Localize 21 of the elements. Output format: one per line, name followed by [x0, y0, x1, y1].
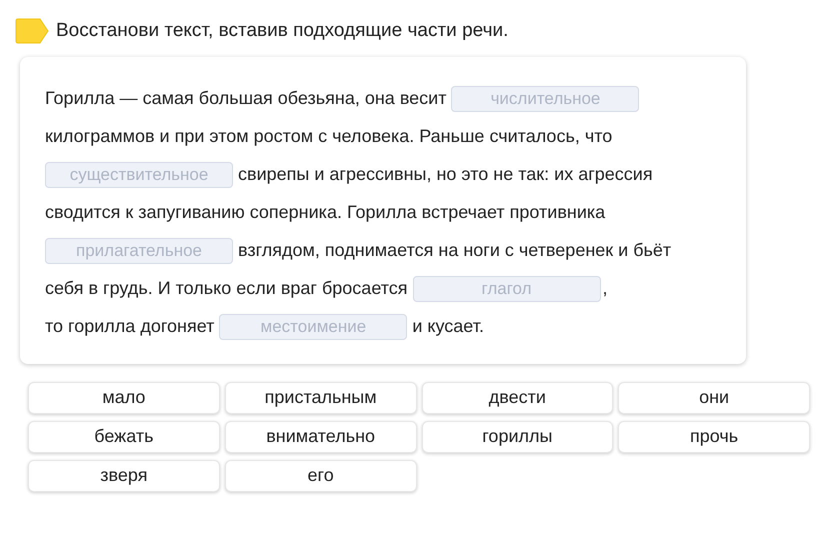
passage-text: себя в грудь. И только если враг бросается	[45, 277, 408, 300]
passage-text: ,	[602, 277, 608, 300]
word-chip[interactable]: его	[224, 460, 416, 492]
word-chip[interactable]: мало	[28, 382, 220, 414]
passage-text: сводится к запугиванию соперника. Горилла встречает противника	[45, 201, 606, 224]
passage-text: то горилла догоняет	[45, 315, 214, 338]
word-chip[interactable]: пристальным	[224, 382, 416, 414]
passage-text: свирепы и агрессивны, но это не так: их агрессия	[238, 163, 653, 186]
passage-text: Горилла — самая большая обезьяна, она весит	[45, 87, 446, 110]
word-chip[interactable]: внимательно	[224, 420, 416, 452]
word-chip[interactable]: зверя	[28, 460, 220, 492]
passage-text: и кусает.	[412, 315, 484, 338]
word-chip[interactable]: гориллы	[422, 420, 614, 452]
word-chip[interactable]: прочь	[618, 420, 810, 452]
word-chip[interactable]: они	[618, 382, 810, 414]
passage-text: взглядом, поднимается на ноги с четверенек и бьёт	[238, 239, 672, 262]
task-title: Восстанови текст, вставив подходящие части речи.	[56, 19, 508, 43]
flag-icon	[15, 18, 49, 44]
passage-text: килограммов и при этом ростом с человека. Раньше считалось, что	[45, 125, 612, 148]
word-chip[interactable]: бежать	[28, 420, 220, 452]
word-chip[interactable]: двести	[422, 382, 614, 414]
